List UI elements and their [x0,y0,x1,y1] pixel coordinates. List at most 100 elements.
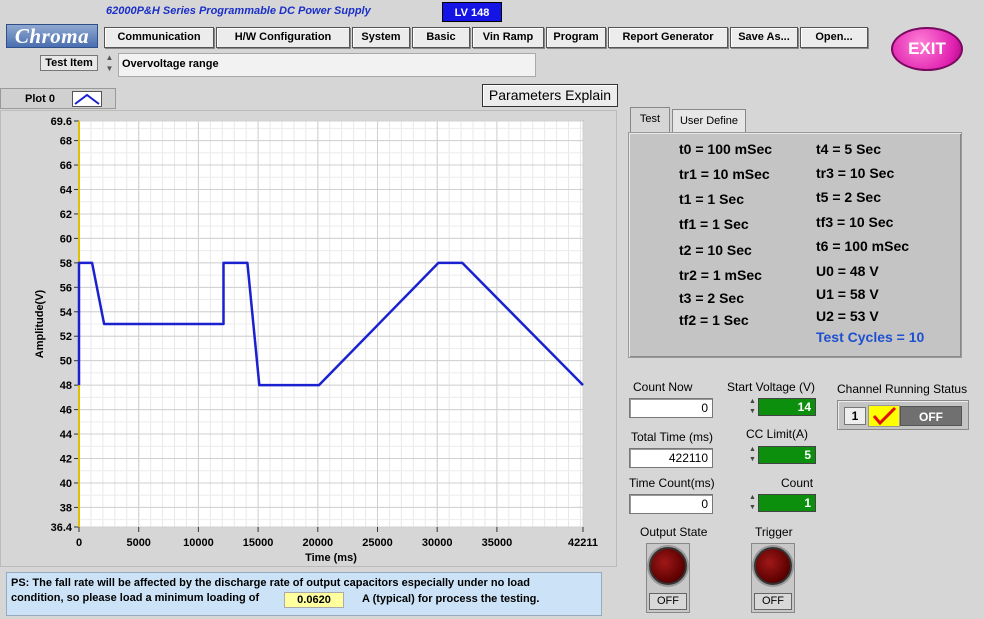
menu-vin-ramp-button[interactable]: Vin Ramp [472,27,544,48]
y-tick-label: 52 [60,331,72,343]
cc-limit-label: CC Limit(A) [746,427,808,441]
x-tick-label: 10000 [183,537,214,549]
y-tick-label: 40 [60,478,72,490]
waveform-chart: 69.6 68 66 64 62 60 58 56 54 52 50 48 46 44 42 40 38 36.4… [0,110,617,567]
output-state-label: Output State [640,525,708,539]
param-t2: t2 = 10 Sec [679,242,752,258]
channel-status-label: Channel Running Status [837,382,968,396]
x-tick-label: 25000 [362,537,393,549]
cc-limit-spinner[interactable]: ▲ ▼ [748,445,757,465]
app-title: 62000P&H Series Programmable DC Power Su… [106,5,371,17]
test-item-label: Test Item [40,55,98,71]
param-tr1: tr1 = 10 mSec [679,166,770,182]
y-tick-label: 36.4 [51,522,73,534]
channel-number: 1 [844,407,866,425]
y-tick-label: 56 [60,282,72,294]
start-voltage-field[interactable]: 14 [758,398,816,416]
output-state-value: OFF [649,593,687,610]
cc-limit-field[interactable]: 5 [758,446,816,464]
param-t3: t3 = 2 Sec [679,290,744,306]
param-tf1: tf1 = 1 Sec [679,216,749,232]
y-tick-label: 50 [60,356,72,368]
trigger-label: Trigger [755,525,793,539]
y-tick-label: 66 [60,160,72,172]
param-u1: U1 = 58 V [816,286,879,302]
count-now-label: Count Now [633,380,693,394]
menu-hw-configuration-button[interactable]: H/W Configuration [216,27,350,48]
count-field[interactable]: 1 [758,494,816,512]
param-t4: t4 = 5 Sec [816,141,881,157]
test-item-spinner[interactable]: ▲ ▼ [103,52,116,76]
y-tick-label: 48 [60,380,72,392]
menu-basic-button[interactable]: Basic [412,27,470,48]
menu-save-as-button[interactable]: Save As... [730,27,798,48]
y-tick-label: 44 [60,429,73,441]
menu-open-button[interactable]: Open... [800,27,868,48]
version-badge: LV 148 [442,2,502,22]
x-tick-label: 20000 [303,537,334,549]
menu-program-button[interactable]: Program [546,27,606,48]
total-time-field[interactable]: 422110 [629,448,713,468]
ps-note-line1: PS: The fall rate will be affected by th… [11,577,530,589]
trigger-value: OFF [754,593,792,610]
channel-status-widget[interactable]: 1 OFF [837,400,969,430]
x-axis-label: Time (ms) [305,552,357,564]
spin-up-icon[interactable]: ▲ [103,52,116,63]
trigger-lamp-icon [754,547,792,585]
spin-down-icon[interactable]: ▼ [103,63,116,74]
param-t1: t1 = 1 Sec [679,191,744,207]
y-tick-label: 58 [60,258,72,270]
param-tr2: tr2 = 1 mSec [679,267,762,283]
x-tick-label: 42211 [568,537,598,549]
y-tick-label: 60 [60,233,72,245]
tab-test[interactable]: Test [630,107,670,133]
start-voltage-label: Start Voltage (V) [727,380,816,394]
output-state-indicator[interactable]: OFF [646,543,690,613]
channel-state: OFF [900,406,962,426]
param-t6: t6 = 100 mSec [816,238,910,254]
y-tick-label: 42 [60,454,72,466]
test-item-field[interactable]: Overvoltage range [118,53,536,77]
tab-user-define[interactable]: User Define [672,109,746,133]
total-time-label: Total Time (ms) [631,430,714,444]
param-t5: t5 = 2 Sec [816,189,881,205]
time-count-field[interactable]: 0 [629,494,713,514]
output-lamp-icon [649,547,687,585]
time-count-label: Time Count(ms) [629,476,715,490]
param-u0: U0 = 48 V [816,263,879,279]
menu-report-generator-button[interactable]: Report Generator [608,27,728,48]
plot-line-swatch-icon [72,91,102,107]
plot-legend-label: Plot 0 [25,93,55,105]
count-label: Count [781,476,814,490]
check-mark-icon [868,405,900,427]
test-cycles: Test Cycles = 10 [816,329,925,345]
y-tick-label: 69.6 [51,116,72,128]
y-tick-label: 68 [60,136,72,148]
count-now-field[interactable]: 0 [629,398,713,418]
y-tick-label: 62 [60,209,72,221]
plot-legend[interactable]: Plot 0 [0,88,116,109]
y-tick-label: 38 [60,502,72,514]
start-voltage-spinner[interactable]: ▲ ▼ [748,397,757,417]
exit-button[interactable]: EXIT [891,27,963,71]
ps-note-suffix: A (typical) for process the testing. [362,593,540,605]
menu-communication-button[interactable]: Communication [104,27,214,48]
y-tick-label: 64 [60,184,73,196]
param-u2: U2 = 53 V [816,308,879,324]
trigger-indicator[interactable]: OFF [751,543,795,613]
test-parameters-panel: t0 = 100 mSec tr1 = 10 mSec t1 = 1 Sec t… [628,132,962,358]
param-tf2: tf2 = 1 Sec [679,312,749,328]
x-tick-label: 5000 [126,537,150,549]
param-t0: t0 = 100 mSec [679,141,773,157]
count-spinner[interactable]: ▲ ▼ [748,493,757,513]
x-tick-label: 15000 [243,537,274,549]
parameters-explain-button[interactable]: Parameters Explain [482,84,618,107]
chroma-logo: Chroma [6,24,98,48]
param-tf3: tf3 = 10 Sec [816,214,894,230]
y-tick-label: 46 [60,405,72,417]
menu-system-button[interactable]: System [352,27,410,48]
y-axis-label: Amplitude(V) [34,289,46,358]
x-tick-label: 0 [76,537,82,549]
min-loading-field[interactable]: 0.0620 [284,592,344,608]
chart-svg: 69.6 68 66 64 62 60 58 56 54 52 50 48 46 44 42 40 38 36.4… [34,116,598,564]
